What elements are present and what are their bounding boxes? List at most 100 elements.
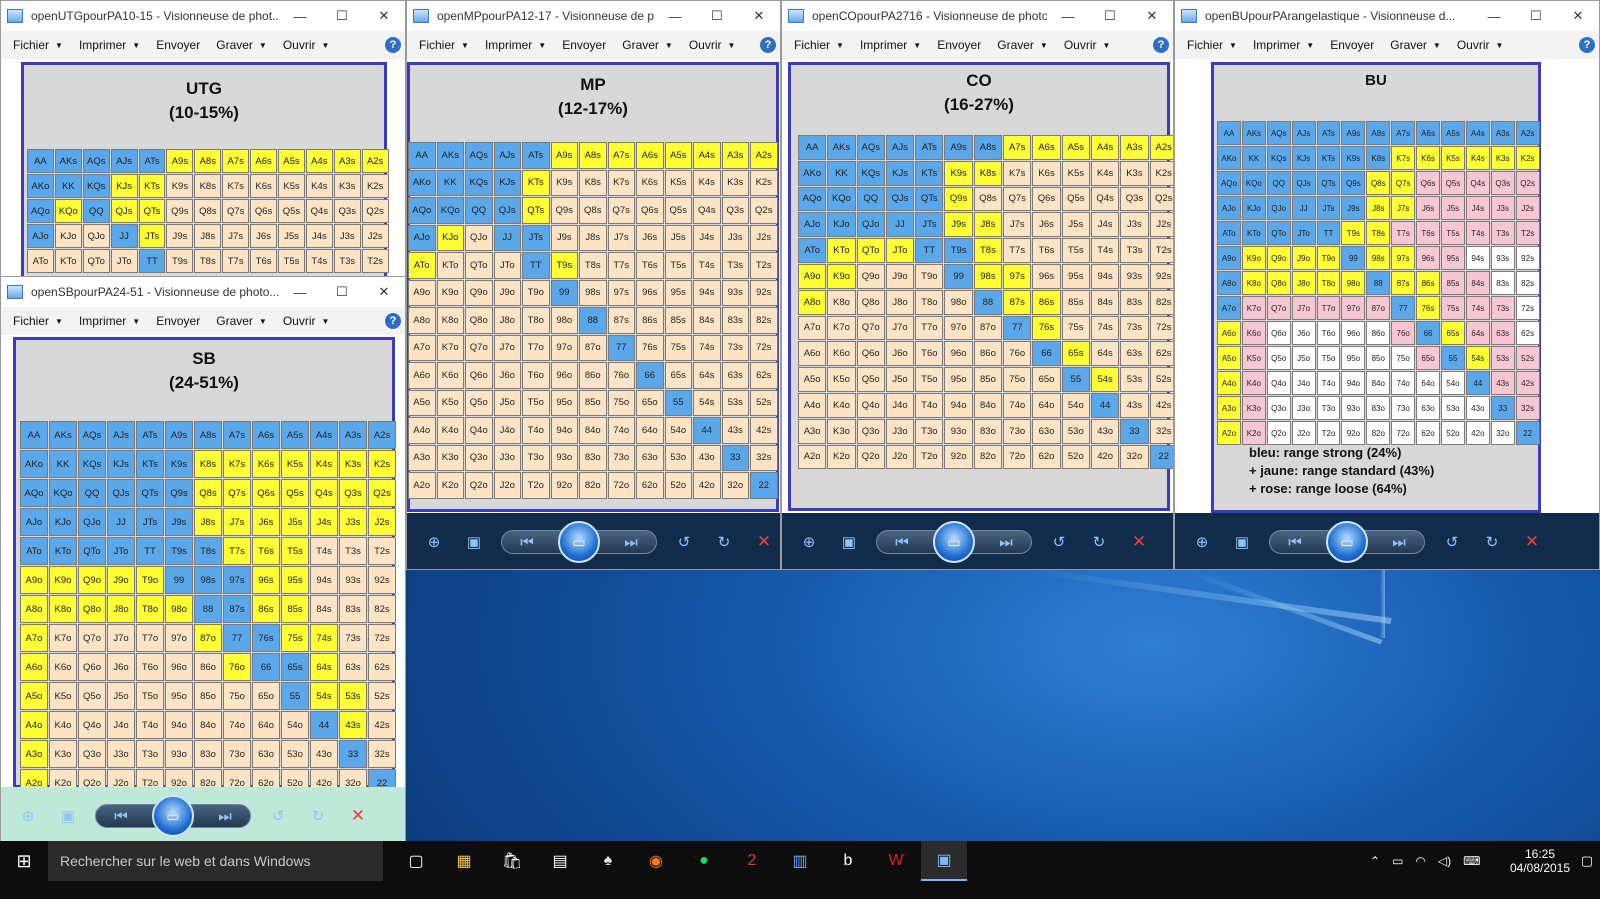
slideshow-play-button[interactable]: ▭ bbox=[933, 521, 975, 563]
menu-imprimer[interactable]: Imprimer ▼ bbox=[71, 38, 148, 52]
file-explorer-icon[interactable]: ▦ bbox=[441, 841, 487, 881]
zoom-icon[interactable]: ⊕ bbox=[1189, 531, 1215, 553]
minimize-button[interactable]: — bbox=[279, 9, 321, 24]
window-sb[interactable]: openSBpourPA24-51 - Visionneuse de photo… bbox=[0, 276, 406, 844]
menu-envoyer[interactable]: Envoyer bbox=[148, 314, 208, 328]
window-co[interactable]: openCOpourPA2716 - Visionneuse de photo.… bbox=[781, 0, 1174, 570]
clock[interactable]: 16:25 04/08/2015 bbox=[1510, 841, 1570, 881]
delete-icon[interactable]: ✕ bbox=[345, 805, 371, 827]
store-icon[interactable]: 🛍 bbox=[489, 841, 535, 881]
menu-envoyer[interactable]: Envoyer bbox=[554, 38, 614, 52]
menu-envoyer[interactable]: Envoyer bbox=[1322, 38, 1382, 52]
bing-icon[interactable]: b bbox=[825, 841, 871, 881]
calculator-icon[interactable]: ▤ bbox=[537, 841, 583, 881]
next-icon[interactable]: ⏭ bbox=[212, 805, 238, 827]
menu-ouvrir[interactable]: Ouvrir ▼ bbox=[1449, 38, 1512, 52]
next-icon[interactable]: ⏭ bbox=[993, 531, 1019, 553]
previous-icon[interactable]: ⏮ bbox=[514, 531, 540, 553]
previous-icon[interactable]: ⏮ bbox=[108, 805, 134, 827]
slideshow-icon[interactable]: ▣ bbox=[1229, 531, 1255, 553]
close-button[interactable]: ✕ bbox=[1557, 8, 1599, 24]
maximize-button[interactable]: ☐ bbox=[321, 8, 363, 24]
next-icon[interactable]: ⏭ bbox=[618, 531, 644, 553]
slideshow-play-button[interactable]: ▭ bbox=[1326, 521, 1368, 563]
help-icon[interactable]: ? bbox=[385, 313, 401, 329]
window-mp[interactable]: openMPpourPA12-17 - Visionneuse de phot.… bbox=[406, 0, 781, 570]
app-2-icon[interactable]: 2 bbox=[729, 841, 775, 881]
slideshow-play-button[interactable]: ▭ bbox=[152, 795, 194, 837]
minimize-button[interactable]: — bbox=[1047, 9, 1089, 24]
help-icon[interactable]: ? bbox=[760, 37, 776, 53]
minimize-button[interactable]: — bbox=[1473, 9, 1515, 24]
volume-icon[interactable]: ◁) bbox=[1438, 854, 1451, 868]
help-icon[interactable]: ? bbox=[385, 37, 401, 53]
menu-imprimer[interactable]: Imprimer ▼ bbox=[1245, 38, 1322, 52]
previous-icon[interactable]: ⏮ bbox=[1282, 531, 1308, 553]
menu-graver[interactable]: Graver ▼ bbox=[208, 314, 275, 328]
minimize-button[interactable]: — bbox=[279, 285, 321, 300]
help-icon[interactable]: ? bbox=[1579, 37, 1595, 53]
poker-app-icon[interactable]: ♠ bbox=[585, 841, 631, 881]
close-button[interactable]: ✕ bbox=[1131, 8, 1173, 24]
task-view-icon[interactable]: ▢ bbox=[393, 841, 439, 881]
maximize-button[interactable]: ☐ bbox=[321, 284, 363, 300]
menu-graver[interactable]: Graver ▼ bbox=[989, 38, 1056, 52]
menu-ouvrir[interactable]: Ouvrir ▼ bbox=[681, 38, 744, 52]
delete-icon[interactable]: ✕ bbox=[1126, 531, 1152, 553]
menu-ouvrir[interactable]: Ouvrir ▼ bbox=[1056, 38, 1119, 52]
menu-ouvrir[interactable]: Ouvrir ▼ bbox=[275, 314, 338, 328]
menu-envoyer[interactable]: Envoyer bbox=[148, 38, 208, 52]
menu-ouvrir[interactable]: Ouvrir ▼ bbox=[275, 38, 338, 52]
rotate-right-icon[interactable]: ↻ bbox=[1086, 531, 1112, 553]
maximize-button[interactable]: ☐ bbox=[696, 8, 738, 24]
minimize-button[interactable]: — bbox=[654, 9, 696, 24]
menu-imprimer[interactable]: Imprimer ▼ bbox=[852, 38, 929, 52]
slideshow-icon[interactable]: ▣ bbox=[461, 531, 487, 553]
wifi-icon[interactable]: ◠ bbox=[1415, 854, 1425, 868]
menu-graver[interactable]: Graver ▼ bbox=[614, 38, 681, 52]
maximize-button[interactable]: ☐ bbox=[1515, 8, 1557, 24]
rotate-left-icon[interactable]: ↺ bbox=[265, 805, 291, 827]
slideshow-icon[interactable]: ▣ bbox=[55, 805, 81, 827]
chevron-up-icon[interactable]: ⌃ bbox=[1370, 854, 1380, 868]
menu-fichier[interactable]: Fichier ▼ bbox=[5, 314, 71, 328]
window-bu[interactable]: openBUpourPArangelastique - Visionneuse … bbox=[1174, 0, 1600, 570]
winamax-icon[interactable]: W bbox=[873, 841, 919, 881]
next-icon[interactable]: ⏭ bbox=[1386, 531, 1412, 553]
help-icon[interactable]: ? bbox=[1153, 37, 1169, 53]
menu-envoyer[interactable]: Envoyer bbox=[929, 38, 989, 52]
menu-imprimer[interactable]: Imprimer ▼ bbox=[71, 314, 148, 328]
menu-graver[interactable]: Graver ▼ bbox=[1382, 38, 1449, 52]
rotate-left-icon[interactable]: ↺ bbox=[671, 531, 697, 553]
close-button[interactable]: ✕ bbox=[363, 8, 405, 24]
slideshow-icon[interactable]: ▣ bbox=[836, 531, 862, 553]
close-button[interactable]: ✕ bbox=[738, 8, 780, 24]
spotify-icon[interactable]: ● bbox=[681, 841, 727, 881]
rotate-right-icon[interactable]: ↻ bbox=[711, 531, 737, 553]
photo-viewer-icon[interactable]: ▣ bbox=[921, 841, 967, 881]
menu-fichier[interactable]: Fichier ▼ bbox=[5, 38, 71, 52]
slideshow-play-button[interactable]: ▭ bbox=[558, 521, 600, 563]
language-icon[interactable]: ⌨ bbox=[1463, 854, 1480, 868]
search-box[interactable]: Rechercher sur le web et dans Windows bbox=[48, 841, 383, 881]
rotate-right-icon[interactable]: ↻ bbox=[305, 805, 331, 827]
notification-icon[interactable]: ▢ bbox=[1574, 841, 1600, 881]
close-button[interactable]: ✕ bbox=[363, 284, 405, 300]
menu-fichier[interactable]: Fichier ▼ bbox=[411, 38, 477, 52]
menu-graver[interactable]: Graver ▼ bbox=[208, 38, 275, 52]
window-utg[interactable]: openUTGpourPA10-15 - Visionneuse de phot… bbox=[0, 0, 406, 285]
start-button[interactable]: ⊞ bbox=[0, 841, 48, 881]
rotate-left-icon[interactable]: ↺ bbox=[1046, 531, 1072, 553]
zoom-icon[interactable]: ⊕ bbox=[796, 531, 822, 553]
zoom-icon[interactable]: ⊕ bbox=[15, 805, 41, 827]
firefox-icon[interactable]: ◉ bbox=[633, 841, 679, 881]
stats-app-icon[interactable]: ▥ bbox=[777, 841, 823, 881]
zoom-icon[interactable]: ⊕ bbox=[421, 531, 447, 553]
battery-icon[interactable]: ▭ bbox=[1392, 854, 1403, 868]
rotate-left-icon[interactable]: ↺ bbox=[1439, 531, 1465, 553]
menu-imprimer[interactable]: Imprimer ▼ bbox=[477, 38, 554, 52]
menu-fichier[interactable]: Fichier ▼ bbox=[1179, 38, 1245, 52]
previous-icon[interactable]: ⏮ bbox=[889, 531, 915, 553]
menu-fichier[interactable]: Fichier ▼ bbox=[786, 38, 852, 52]
delete-icon[interactable]: ✕ bbox=[751, 531, 777, 553]
